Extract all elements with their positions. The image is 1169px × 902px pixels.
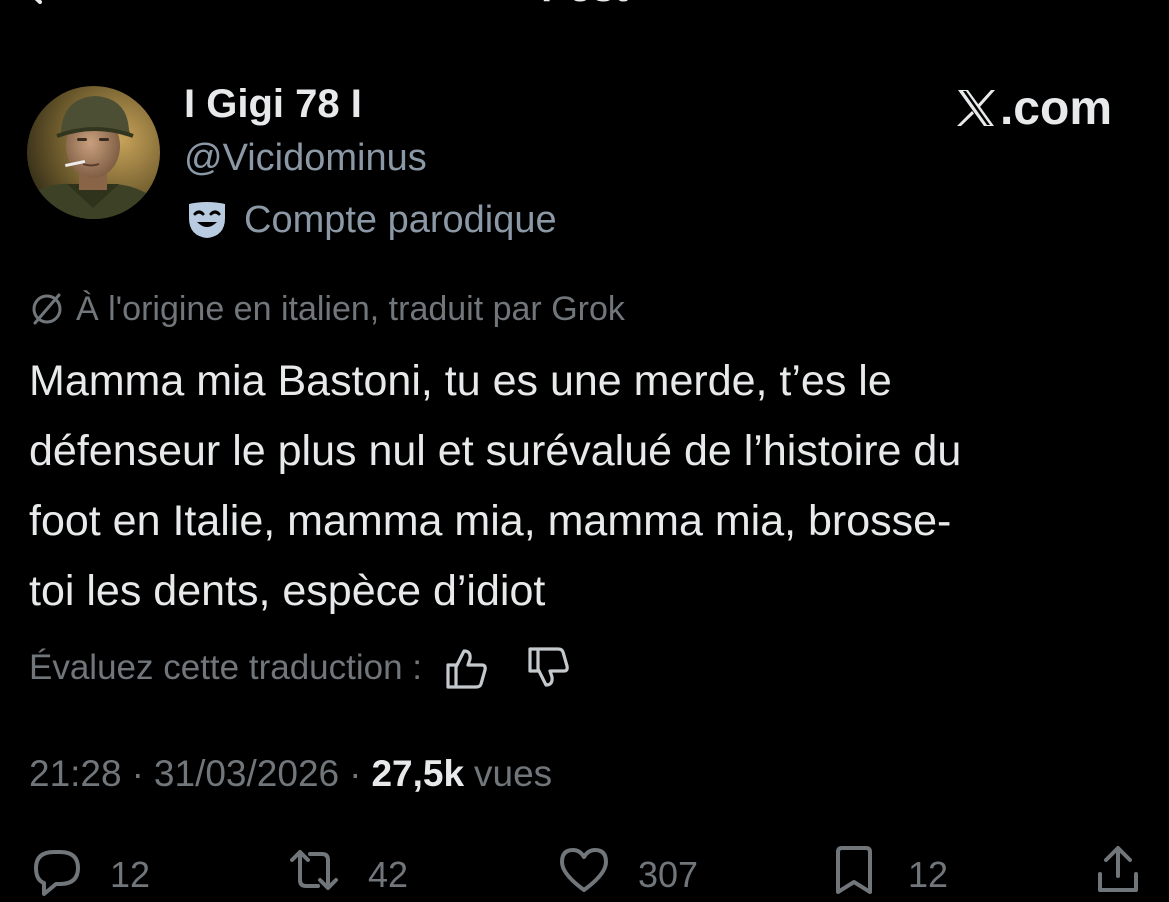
x-logo-icon (956, 90, 995, 126)
user-handle[interactable]: @Vicidominus (184, 137, 427, 180)
translation-notice-text: À l'origine en italien, traduit par Grok (76, 289, 625, 328)
display-name[interactable]: I Gigi 78 I (184, 82, 362, 127)
action-bar: 12 42 307 12 (0, 842, 1169, 902)
tweet-line: défenseur le plus nul et surévalué de l’… (29, 427, 962, 475)
views-label: vues (474, 753, 553, 794)
page-title: Post (0, 0, 1169, 11)
parody-badge: Compte parodique (186, 196, 557, 244)
bookmark-button[interactable]: 12 (826, 842, 948, 898)
tweet-text: Mamma mia Bastoni, tu es une merde, t’es… (29, 346, 1154, 626)
meta-separator: · (131, 753, 144, 794)
thumbs-up-icon[interactable] (444, 645, 490, 691)
watermark-text: .com (999, 81, 1112, 135)
parody-label: Compte parodique (244, 198, 557, 241)
post-date: 31/03/2026 (153, 753, 340, 794)
globe-icon (32, 293, 62, 325)
avatar[interactable] (27, 86, 160, 219)
reply-icon (34, 850, 80, 896)
repost-button[interactable]: 42 (286, 842, 408, 898)
thumbs-down-icon[interactable] (526, 645, 572, 691)
bookmark-count: 12 (908, 854, 949, 895)
reply-count: 12 (110, 854, 151, 895)
rate-translation-label: Évaluez cette traduction : (29, 648, 422, 687)
repost-icon (290, 850, 338, 890)
tweet-line: foot en Italie, mamma mia, mamma mia, br… (29, 497, 952, 545)
share-icon (1098, 846, 1138, 892)
x-watermark: .com (954, 78, 1112, 138)
tweet-line: toi les dents, espèce d’idiot (29, 567, 546, 615)
reply-button[interactable]: 12 (28, 842, 150, 898)
meta-separator: · (349, 753, 362, 794)
tweet-line: Mamma mia Bastoni, tu es une merde, t’es… (29, 357, 892, 405)
like-count: 307 (638, 854, 699, 895)
views-count[interactable]: 27,5k (371, 753, 464, 795)
rate-translation: Évaluez cette traduction : (29, 642, 608, 694)
bookmark-icon (836, 846, 872, 894)
post-time: 21:28 (29, 753, 122, 794)
share-button[interactable] (1090, 842, 1146, 898)
top-bar: Post (0, 0, 1169, 10)
like-button[interactable]: 307 (556, 842, 698, 898)
heart-icon (560, 848, 608, 892)
avatar-image (27, 86, 160, 219)
theater-mask-icon (189, 202, 225, 238)
translation-notice[interactable]: À l'origine en italien, traduit par Grok (30, 287, 625, 331)
repost-count: 42 (368, 854, 409, 895)
post-meta: 21:28 · 31/03/2026 · 27,5k vues (29, 748, 552, 800)
